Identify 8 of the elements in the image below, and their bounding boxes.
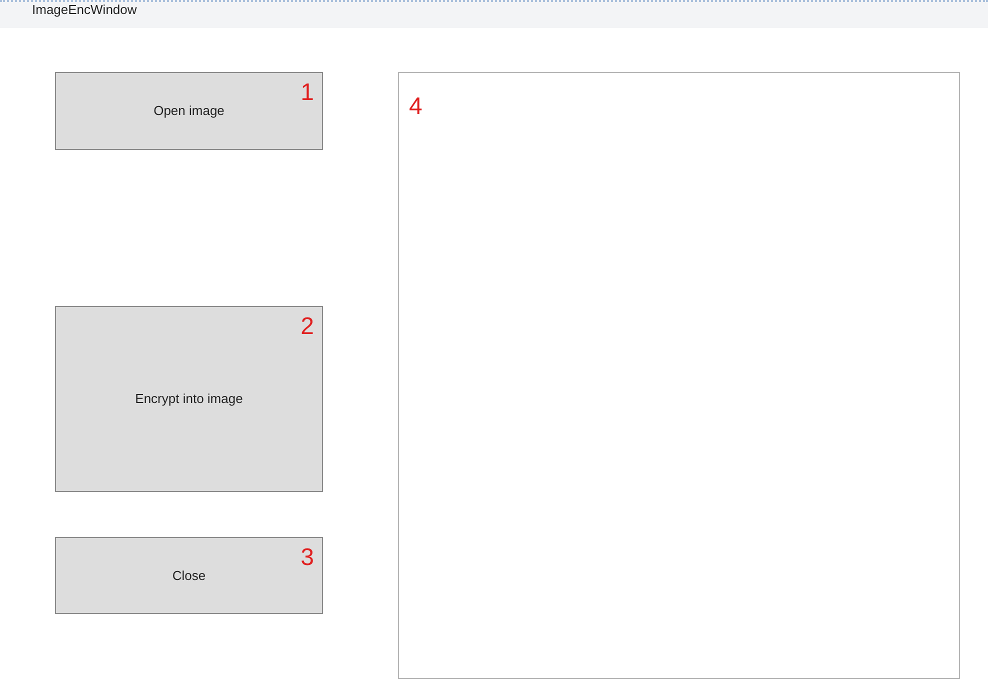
annotation-number: 2: [300, 313, 314, 341]
annotation-number: 1: [300, 79, 314, 107]
action-button[interactable]: Encrypt into image 2: [55, 306, 323, 492]
annotation-number: 4: [409, 93, 422, 121]
window-title: ImageEncWindow: [32, 2, 137, 18]
action-button[interactable]: Open image 1: [55, 72, 323, 150]
action-button[interactable]: Close 3: [55, 537, 323, 614]
annotation-number: 3: [300, 544, 314, 572]
